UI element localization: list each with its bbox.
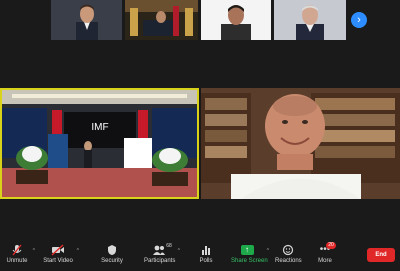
speaker-video-feed: [201, 88, 400, 199]
participant-thumbnail[interactable]: [201, 0, 271, 40]
zoom-meeting-window: › IMF Unmute ^ Start Video ^ Security Pa…: [0, 0, 400, 271]
next-page-button[interactable]: ›: [351, 12, 367, 28]
start-video-button[interactable]: Start Video ^: [43, 244, 79, 264]
participants-label: Participants: [144, 258, 176, 264]
participant-video-4: [274, 0, 346, 40]
video-off-icon: [43, 244, 73, 256]
participant-video-1: [51, 0, 122, 40]
smiley-plus-icon: [275, 244, 301, 256]
end-meeting-button[interactable]: End: [367, 248, 395, 262]
muted-microphone-icon: [5, 244, 29, 256]
share-screen-label: Share Screen: [231, 258, 268, 264]
bar-chart-icon: [199, 244, 213, 256]
reactions-label: Reactions: [275, 258, 302, 264]
chevron-up-icon[interactable]: ^: [267, 248, 269, 254]
more-label: More: [318, 258, 332, 264]
security-label: Security: [101, 258, 123, 264]
reactions-button[interactable]: Reactions: [275, 244, 302, 264]
participant-video-2: [125, 0, 198, 40]
svg-text:IMF: IMF: [91, 122, 108, 133]
unmute-button[interactable]: Unmute ^: [5, 244, 35, 264]
participant-thumbnail[interactable]: [274, 0, 346, 40]
participant-video-3: [201, 0, 271, 40]
share-screen-icon: ↑: [231, 244, 263, 256]
participants-count: 68: [166, 243, 172, 249]
polls-label: Polls: [199, 258, 213, 264]
start-video-label: Start Video: [43, 258, 73, 264]
participant-thumbnail[interactable]: [51, 0, 122, 40]
notification-badge: 20: [326, 242, 336, 249]
meeting-controls-toolbar: Unmute ^ Start Video ^ Security Particip…: [0, 240, 400, 271]
chevron-up-icon[interactable]: ^: [77, 248, 79, 254]
share-screen-button[interactable]: ↑ Share Screen ^: [231, 244, 269, 264]
more-button[interactable]: ••• More 20: [316, 242, 336, 264]
participants-button[interactable]: Participants 68 ^: [144, 243, 180, 264]
chevron-up-icon[interactable]: ^: [178, 248, 180, 254]
stage-video-feed: IMF: [2, 90, 197, 197]
chevron-up-icon[interactable]: ^: [33, 248, 35, 254]
participant-gallery-strip: ›: [0, 0, 400, 40]
chevron-right-icon: ›: [357, 14, 361, 26]
security-button[interactable]: Security: [101, 244, 123, 264]
active-speaker-video-tile[interactable]: IMF: [0, 88, 199, 199]
polls-button[interactable]: Polls: [199, 244, 213, 264]
participant-thumbnail[interactable]: [125, 0, 198, 40]
participant-video-tile[interactable]: [201, 88, 400, 199]
unmute-label: Unmute: [6, 258, 28, 264]
shield-icon: [101, 244, 123, 256]
